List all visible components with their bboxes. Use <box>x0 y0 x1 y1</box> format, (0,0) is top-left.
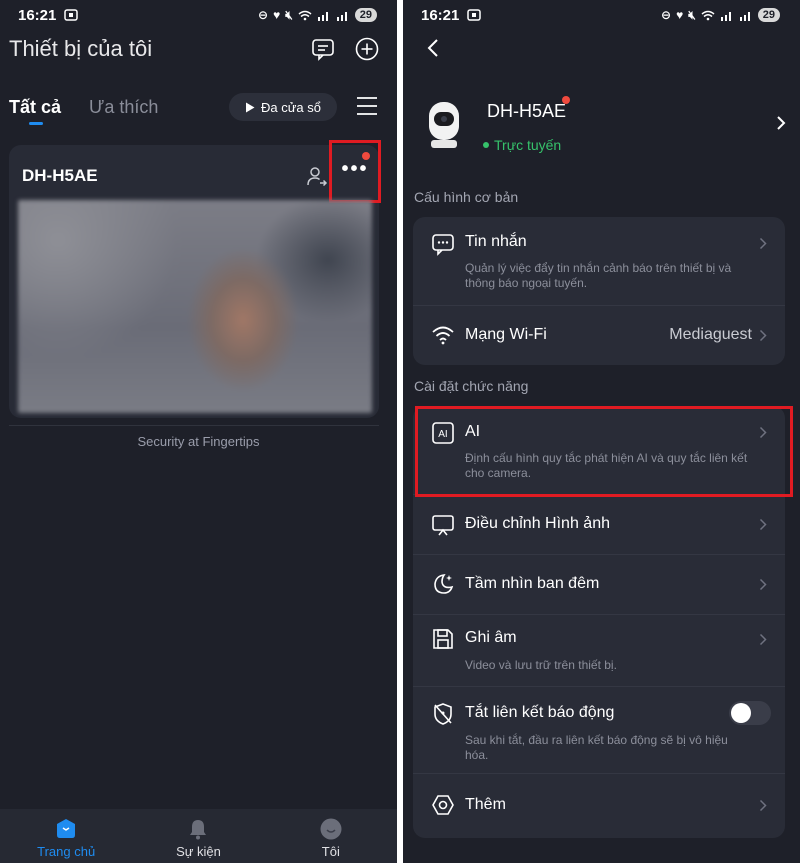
messages-row[interactable]: Tin nhắn Quản lý việc đẩy tin nhắn cảnh … <box>413 217 785 306</box>
nav-events[interactable]: Sự kiện <box>132 809 264 863</box>
hexagon-gear-icon <box>432 795 454 815</box>
profile-icon <box>320 818 342 840</box>
share-user-icon[interactable] <box>306 165 328 187</box>
device-status: Trực tuyến <box>483 137 561 153</box>
battery-indicator: 29 <box>757 8 780 22</box>
chevron-right-icon <box>759 329 767 342</box>
alarm-link-row: Tắt liên kết báo động Sau khi tắt, đầu r… <box>413 687 785 774</box>
wifi-icon <box>432 326 454 345</box>
device-title: DH-H5AE <box>487 101 567 121</box>
recording-title: Ghi âm <box>465 629 517 646</box>
multi-window-label: Đa cửa sổ <box>260 99 321 115</box>
night-vision-title: Tầm nhìn ban đêm <box>465 575 600 592</box>
moon-icon <box>434 573 454 594</box>
chevron-right-icon <box>759 237 767 250</box>
messages-title: Tin nhắn <box>465 233 527 250</box>
camera-image <box>429 102 459 148</box>
alarm-link-title: Tắt liên kết báo động <box>465 704 615 721</box>
wifi-value: Mediaguest <box>669 326 752 343</box>
section-features: Cài đặt chức năng <box>414 378 529 394</box>
nav-events-label: Sự kiện <box>176 844 221 859</box>
more-title: Thêm <box>465 796 506 813</box>
page-title: Thiết bị của tôi <box>9 36 153 61</box>
ai-highlight-box <box>415 406 793 497</box>
more-options-button[interactable]: ••• <box>329 140 381 203</box>
mute-icon: 🔇︎ <box>688 8 696 22</box>
signal-icon-2 <box>336 11 347 21</box>
nav-me-label: Tôi <box>321 844 340 859</box>
device-card[interactable]: DH-H5AE ••• <box>9 140 381 418</box>
nav-me[interactable]: Tôi <box>265 809 397 863</box>
tab-favorites[interactable]: Ưa thích <box>89 97 158 118</box>
device-header[interactable]: DH-H5AE Trực tuyến <box>403 95 800 160</box>
nav-home[interactable]: Trang chủ <box>0 809 132 863</box>
message-icon[interactable] <box>310 36 336 62</box>
status-time: 16:21 <box>18 6 57 24</box>
alarm-link-desc: Sau khi tắt, đầu ra liên kết báo động sẽ… <box>465 733 728 762</box>
screenshot-icon <box>467 9 482 21</box>
add-device-icon[interactable] <box>354 36 380 62</box>
mute-icon: 🔇︎ <box>285 8 293 22</box>
notification-dot <box>562 96 570 104</box>
status-bar: 16:21 ⊖ ♥ 🔇︎ 29 <box>403 0 800 30</box>
device-settings-screen: 16:21 ⊖ ♥ 🔇︎ 29 DH-H5AE Trực tuyến Cấu h… <box>403 0 800 863</box>
more-dots-icon: ••• <box>341 158 369 180</box>
messages-desc: Quản lý việc đẩy tin nhắn cảnh báo trên … <box>465 261 732 290</box>
chevron-right-icon <box>759 633 767 646</box>
wifi-title: Mạng Wi-Fi <box>465 326 547 343</box>
device-status-label: Trực tuyến <box>494 137 562 153</box>
menu-icon[interactable] <box>357 96 377 116</box>
bell-icon <box>190 820 207 840</box>
signal-icon <box>317 11 328 21</box>
chevron-right-icon <box>777 116 786 130</box>
back-arrow-icon[interactable] <box>423 38 443 58</box>
battery-indicator: 29 <box>354 8 377 22</box>
night-vision-row[interactable]: Tầm nhìn ban đêm <box>413 555 785 615</box>
chevron-right-icon <box>759 578 767 591</box>
multi-window-button[interactable]: Đa cửa sổ <box>229 93 337 121</box>
message-icon <box>432 234 454 256</box>
play-icon <box>245 102 255 112</box>
status-time: 16:21 <box>421 6 460 24</box>
nav-home-label: Trang chủ <box>37 844 96 859</box>
wifi-row[interactable]: Mạng Wi-Fi Mediaguest <box>413 306 785 365</box>
heart-icon: ♥ <box>676 8 684 22</box>
display-icon <box>432 515 454 536</box>
recording-row[interactable]: Ghi âm Video và lưu trữ trên thiết bị. <box>413 615 785 687</box>
recording-desc: Video và lưu trữ trên thiết bị. <box>465 658 617 672</box>
tagline: Security at Fingertips <box>137 434 260 449</box>
home-icon <box>57 819 76 838</box>
status-bar: 16:21 ⊖ ♥ 🔇︎ 29 <box>0 0 397 30</box>
wifi-status-icon <box>298 10 312 20</box>
tab-all[interactable]: Tất cả <box>9 97 61 125</box>
bottom-nav: Trang chủ Sự kiện Tôi <box>0 809 397 863</box>
device-name: DH-H5AE <box>22 166 98 185</box>
basic-config-group: Tin nhắn Quản lý việc đẩy tin nhắn cảnh … <box>413 217 785 365</box>
toggle-knob <box>731 703 751 723</box>
heart-icon: ♥ <box>273 8 281 22</box>
home-screen: 16:21 ⊖ ♥ 🔇︎ 29 Thiết bị của tôi Tất cả … <box>0 0 397 863</box>
wifi-status-icon <box>701 10 715 20</box>
online-dot <box>483 142 489 148</box>
dnd-icon: ⊖ <box>258 8 269 22</box>
camera-preview[interactable] <box>18 200 372 413</box>
divider <box>9 425 379 426</box>
image-adjust-title: Điều chỉnh Hình ảnh <box>465 515 610 532</box>
save-icon <box>433 629 453 649</box>
signal-icon <box>720 11 731 21</box>
alarm-link-toggle[interactable] <box>729 701 771 725</box>
notification-dot <box>362 152 370 160</box>
image-adjust-row[interactable]: Điều chỉnh Hình ảnh <box>413 495 785 555</box>
screenshot-icon <box>64 9 79 21</box>
chevron-right-icon <box>759 518 767 531</box>
signal-icon-2 <box>739 11 750 21</box>
dnd-icon: ⊖ <box>661 8 672 22</box>
shield-off-icon <box>434 703 452 725</box>
more-row[interactable]: Thêm <box>413 774 785 836</box>
section-basic-config: Cấu hình cơ bản <box>414 189 519 205</box>
chevron-right-icon <box>759 799 767 812</box>
